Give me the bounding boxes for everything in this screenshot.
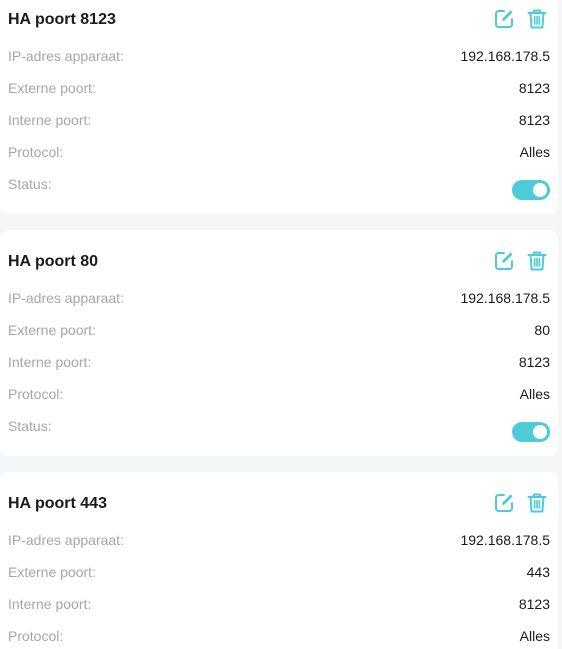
rule-name: HA poort 8123: [8, 11, 116, 28]
status-label: Status:: [8, 176, 52, 192]
port-forwarding-rule-list: HA poort 8123 IP-adres apparaat: 192.168…: [0, 0, 562, 649]
port-forwarding-rule-card: HA poort 8123 IP-adres apparaat: 192.168…: [0, 0, 558, 214]
edit-icon: [495, 10, 513, 28]
external-port-row: Externe poort: 8123: [8, 78, 550, 98]
ip-address-label: IP-adres apparaat:: [8, 290, 124, 306]
protocol-label: Protocol:: [8, 386, 64, 402]
protocol-row: Protocol: Alles: [8, 142, 550, 162]
delete-rule-button[interactable]: [524, 6, 550, 32]
ip-address-row: IP-adres apparaat: 192.168.178.5: [8, 46, 550, 66]
external-port-row: Externe poort: 443: [8, 562, 550, 582]
rule-card-header: HA poort 443: [8, 490, 550, 518]
protocol-row: Protocol: Alles: [8, 626, 550, 646]
internal-port-row: Interne poort: 8123: [8, 352, 550, 372]
protocol-value: Alles: [519, 144, 550, 160]
ip-address-value: 192.168.178.5: [460, 48, 550, 64]
internal-port-row: Interne poort: 8123: [8, 594, 550, 614]
external-port-value: 443: [526, 564, 550, 580]
trash-icon: [527, 9, 547, 29]
rule-name: HA poort 80: [8, 253, 99, 270]
internal-port-row: Interne poort: 8123: [8, 110, 550, 130]
ip-address-row: IP-adres apparaat: 192.168.178.5: [8, 288, 550, 308]
ip-address-label: IP-adres apparaat:: [8, 48, 124, 64]
internal-port-value: 8123: [518, 354, 550, 370]
internal-port-label: Interne poort:: [8, 354, 92, 370]
edit-rule-button[interactable]: [491, 248, 517, 274]
external-port-label: Externe poort:: [8, 564, 96, 580]
internal-port-value: 8123: [518, 112, 550, 128]
protocol-label: Protocol:: [8, 144, 64, 160]
toggle-knob: [533, 425, 547, 439]
edit-icon: [495, 252, 513, 270]
ip-address-row: IP-adres apparaat: 192.168.178.5: [8, 530, 550, 550]
edit-rule-button[interactable]: [491, 6, 517, 32]
protocol-label: Protocol:: [8, 628, 64, 644]
ip-address-value: 192.168.178.5: [460, 290, 550, 306]
rule-card-header: HA poort 8123: [8, 6, 550, 34]
internal-port-label: Interne poort:: [8, 112, 92, 128]
status-row: Status:: [8, 174, 550, 200]
status-toggle[interactable]: [512, 422, 550, 442]
edit-icon: [495, 494, 513, 512]
external-port-value: 8123: [518, 80, 550, 96]
status-toggle[interactable]: [512, 180, 550, 200]
trash-icon: [527, 251, 547, 271]
edit-rule-button[interactable]: [491, 490, 517, 516]
external-port-label: Externe poort:: [8, 322, 96, 338]
internal-port-value: 8123: [518, 596, 550, 612]
toggle-knob: [533, 183, 547, 197]
trash-icon: [527, 493, 547, 513]
rule-card-header: HA poort 80: [8, 248, 550, 276]
port-forwarding-rule-card: HA poort 443 IP-adres apparaat: 192.168.…: [0, 472, 558, 649]
ip-address-value: 192.168.178.5: [460, 532, 550, 548]
delete-rule-button[interactable]: [524, 248, 550, 274]
external-port-label: Externe poort:: [8, 80, 96, 96]
port-forwarding-rule-card: HA poort 80 IP-adres apparaat: 192.168.1…: [0, 230, 558, 456]
rule-name: HA poort 443: [8, 495, 107, 512]
protocol-value: Alles: [519, 628, 550, 644]
internal-port-label: Interne poort:: [8, 596, 92, 612]
protocol-row: Protocol: Alles: [8, 384, 550, 404]
status-row: Status:: [8, 416, 550, 442]
external-port-row: Externe poort: 80: [8, 320, 550, 340]
status-label: Status:: [8, 418, 52, 434]
ip-address-label: IP-adres apparaat:: [8, 532, 124, 548]
protocol-value: Alles: [519, 386, 550, 402]
external-port-value: 80: [534, 322, 550, 338]
delete-rule-button[interactable]: [524, 490, 550, 516]
